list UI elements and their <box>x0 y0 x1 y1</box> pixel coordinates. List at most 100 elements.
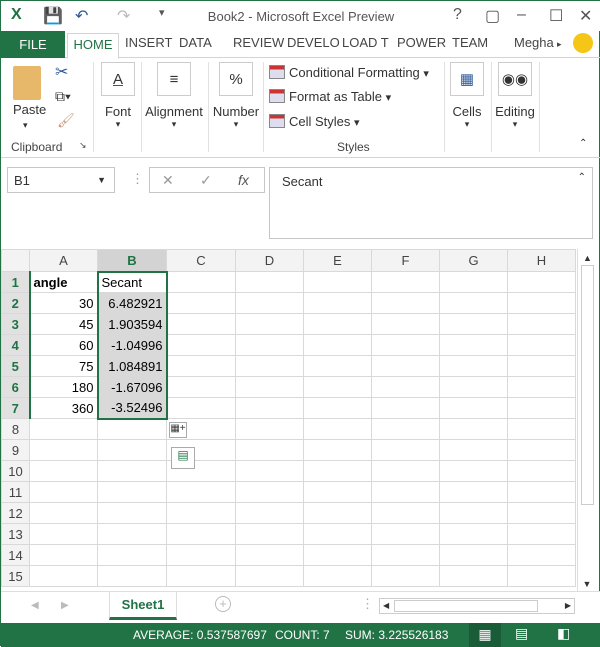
cell-B9[interactable] <box>97 439 167 461</box>
format-as-table-button[interactable]: Format as Table ▾ <box>269 89 391 104</box>
quick-analysis-icon[interactable]: ▤ <box>171 447 195 469</box>
row-header[interactable]: 12 <box>1 502 30 524</box>
formula-bar-drag-handle[interactable]: ⋮ <box>131 171 144 187</box>
cell-D3[interactable] <box>235 313 304 335</box>
cell-D5[interactable] <box>235 355 304 377</box>
worksheet-grid[interactable]: ABCDEFGH 1 angle Secant 2 30 6.482921 3 45 1.903… <box>1 249 577 587</box>
tab-data[interactable]: DATA <box>179 35 212 50</box>
row-header[interactable]: 14 <box>1 544 30 566</box>
cell-G14[interactable] <box>439 544 508 566</box>
cell-C7[interactable] <box>166 397 236 419</box>
new-sheet-icon[interactable]: + <box>215 596 231 612</box>
cell-H9[interactable] <box>507 439 576 461</box>
paste-button[interactable]: Paste <box>13 102 46 117</box>
vertical-scroll-thumb[interactable] <box>581 265 594 505</box>
column-header-B[interactable]: B <box>97 249 167 273</box>
cell-B13[interactable] <box>97 523 167 545</box>
cell-B11[interactable] <box>97 481 167 503</box>
scroll-tabs-icon[interactable]: ▸ <box>557 39 562 50</box>
cell-B1[interactable]: Secant <box>96 270 168 293</box>
fill-handle-options-icon[interactable]: ▦+ <box>169 422 187 438</box>
tab-load-test[interactable]: LOAD T <box>342 35 389 50</box>
cell-H2[interactable] <box>507 292 576 314</box>
sheet-tab-sheet1[interactable]: Sheet1 <box>109 592 177 620</box>
enter-icon[interactable]: ✓ <box>200 172 212 189</box>
cell-A10[interactable] <box>29 460 98 482</box>
editing-button[interactable]: ◉◉ Editing ▾ <box>493 62 537 130</box>
name-box[interactable]: B1 ▼ <box>7 167 115 193</box>
cell-A15[interactable] <box>29 565 98 587</box>
horizontal-scrollbar[interactable]: ◀ ▶ <box>379 598 575 614</box>
cell-D7[interactable] <box>235 397 304 419</box>
number-button[interactable]: % Number ▾ <box>211 62 261 130</box>
cell-G3[interactable] <box>439 313 508 335</box>
cell-D12[interactable] <box>235 502 304 524</box>
cell-E11[interactable] <box>303 481 372 503</box>
row-header[interactable]: 9 <box>1 439 30 461</box>
cell-H13[interactable] <box>507 523 576 545</box>
cell-D4[interactable] <box>235 334 304 356</box>
help-icon[interactable]: ? <box>453 6 462 24</box>
cell-H1[interactable] <box>507 271 576 293</box>
cell-E3[interactable] <box>303 313 372 335</box>
cell-A5[interactable]: 75 <box>29 355 98 377</box>
vertical-scrollbar[interactable]: ▲ ▼ <box>577 249 597 591</box>
paste-dropdown-icon[interactable]: ▾ <box>23 120 28 131</box>
cell-C5[interactable] <box>166 355 236 377</box>
row-header[interactable]: 10 <box>1 460 30 482</box>
cell-F3[interactable] <box>371 313 440 335</box>
close-icon[interactable]: ✕ <box>579 6 592 26</box>
collapse-ribbon-icon[interactable]: ⌃ <box>579 138 587 149</box>
cell-E1[interactable] <box>303 271 372 293</box>
split-handle[interactable]: ⋮ <box>361 596 374 612</box>
cell-A9[interactable] <box>29 439 98 461</box>
cell-E4[interactable] <box>303 334 372 356</box>
cell-B10[interactable] <box>97 460 167 482</box>
cell-E14[interactable] <box>303 544 372 566</box>
cell-H10[interactable] <box>507 460 576 482</box>
cell-H6[interactable] <box>507 376 576 398</box>
cell-D9[interactable] <box>235 439 304 461</box>
cell-D6[interactable] <box>235 376 304 398</box>
next-sheet-icon[interactable]: ▶ <box>61 600 69 611</box>
cell-B6[interactable]: -1.67096 <box>96 376 168 398</box>
row-header[interactable]: 15 <box>1 565 30 587</box>
row-header[interactable]: 7 <box>1 397 31 419</box>
cell-F5[interactable] <box>371 355 440 377</box>
clipboard-launcher-icon[interactable]: ↘ <box>79 140 87 151</box>
cell-D14[interactable] <box>235 544 304 566</box>
insert-function-icon[interactable]: fx <box>238 172 249 188</box>
row-header[interactable]: 8 <box>1 418 30 440</box>
prev-sheet-icon[interactable]: ◀ <box>31 600 39 611</box>
row-header[interactable]: 11 <box>1 481 30 503</box>
column-header-E[interactable]: E <box>303 249 372 272</box>
column-header-F[interactable]: F <box>371 249 440 272</box>
cell-F12[interactable] <box>371 502 440 524</box>
cell-A4[interactable]: 60 <box>29 334 98 356</box>
user-name[interactable]: Megha <box>514 35 554 50</box>
cell-C13[interactable] <box>166 523 236 545</box>
cell-A3[interactable]: 45 <box>29 313 98 335</box>
cell-C11[interactable] <box>166 481 236 503</box>
row-header[interactable]: 4 <box>1 334 31 356</box>
cell-G10[interactable] <box>439 460 508 482</box>
alignment-button[interactable]: ≡ Alignment ▾ <box>143 62 205 130</box>
font-button[interactable]: A Font ▾ <box>99 62 137 130</box>
cell-B7[interactable]: -3.52496 <box>96 397 168 420</box>
row-header[interactable]: 13 <box>1 523 30 545</box>
cell-D13[interactable] <box>235 523 304 545</box>
cell-G13[interactable] <box>439 523 508 545</box>
cell-G11[interactable] <box>439 481 508 503</box>
cell-C4[interactable] <box>166 334 236 356</box>
cell-G1[interactable] <box>439 271 508 293</box>
cell-H4[interactable] <box>507 334 576 356</box>
tab-developer[interactable]: DEVELO <box>287 35 340 50</box>
select-all-corner[interactable] <box>1 249 30 272</box>
cell-E8[interactable] <box>303 418 372 440</box>
cell-A12[interactable] <box>29 502 98 524</box>
cell-E13[interactable] <box>303 523 372 545</box>
paste-icon[interactable] <box>13 66 41 100</box>
column-header-A[interactable]: A <box>29 249 98 272</box>
cell-B15[interactable] <box>97 565 167 587</box>
formula-input[interactable]: Secant ⌃ <box>269 167 593 239</box>
